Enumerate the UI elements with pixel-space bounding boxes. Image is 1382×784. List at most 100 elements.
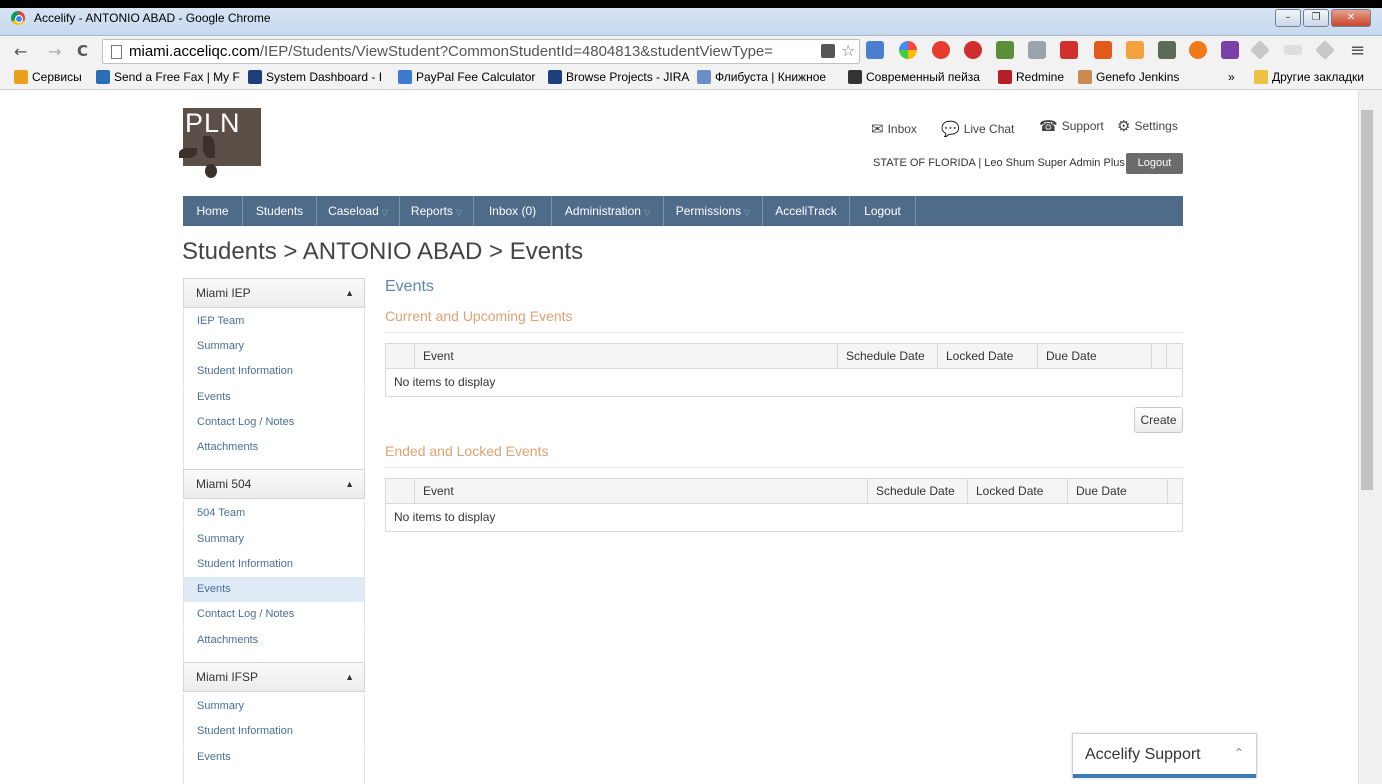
sidebar-group-miami-504[interactable]: Miami 504 ▲: [183, 469, 365, 499]
sidebar-item-attachments[interactable]: Attachments: [183, 435, 365, 470]
sidebar-item-summary[interactable]: Summary: [183, 334, 365, 359]
close-button[interactable]: ✕: [1331, 9, 1371, 27]
column-header-event[interactable]: Event: [414, 479, 867, 504]
plugin-ext-icon[interactable]: [996, 41, 1014, 59]
column-header-schedule-date[interactable]: Schedule Date: [867, 479, 967, 504]
grid-empty-message: No items to display: [394, 375, 496, 389]
ended-events-heading: Ended and Locked Events: [385, 443, 549, 459]
google-translate-ext-icon[interactable]: [866, 41, 884, 59]
nav-inbox[interactable]: Inbox (0): [474, 196, 552, 226]
jira-icon: [548, 70, 562, 84]
events-heading: Events: [385, 278, 434, 295]
sidebar-item-student-information[interactable]: Student Information: [183, 719, 365, 744]
jira-icon: [248, 70, 262, 84]
grey-ext-icon[interactable]: [1284, 45, 1302, 55]
column-header-event[interactable]: Event: [414, 344, 837, 369]
collapse-arrow-icon[interactable]: ▲: [345, 470, 354, 498]
column-header-due-date[interactable]: Due Date: [1037, 344, 1151, 369]
header-live-chat-link[interactable]: 💬 Live Chat: [941, 120, 1014, 138]
bookmark-item[interactable]: Флибуста | Книжное: [697, 70, 826, 84]
collapse-arrow-icon[interactable]: ▲: [345, 279, 354, 307]
bookmark-item[interactable]: System Dashboard - I: [248, 70, 382, 84]
mail-checker-ext-icon[interactable]: [1028, 41, 1046, 59]
sidebar-item-events[interactable]: Events: [183, 745, 365, 784]
sidebar-item-attachments[interactable]: Attachments: [183, 628, 365, 663]
tv-ext-icon[interactable]: [1094, 41, 1112, 59]
nav-accelitrack[interactable]: AcceliTrack: [763, 196, 850, 226]
nav-logout[interactable]: Logout: [850, 196, 916, 226]
sidebar-item-contact-log[interactable]: Contact Log / Notes: [183, 410, 365, 435]
sidebar-item-summary[interactable]: Summary: [183, 527, 365, 552]
bookmark-item[interactable]: Сервисы: [14, 70, 82, 84]
sidebar-item-iep-team[interactable]: IEP Team: [183, 309, 365, 334]
grid-empty-message: No items to display: [394, 510, 496, 524]
logo-leaf-shape: [179, 148, 197, 158]
sidebar-item-summary[interactable]: Summary: [183, 694, 365, 719]
collapse-arrow-icon[interactable]: ▲: [345, 663, 354, 691]
back-button[interactable]: ←: [14, 42, 27, 61]
url-host: miami.acceliqc.com: [129, 43, 260, 60]
create-event-button[interactable]: Create: [1134, 407, 1183, 433]
page-scrollbar[interactable]: [1358, 90, 1382, 784]
bookmark-item[interactable]: Redmine: [998, 70, 1064, 84]
page-icon: [111, 45, 122, 59]
sidebar-item-events[interactable]: Events: [183, 577, 365, 602]
header-settings-link[interactable]: ⚙ Settings: [1117, 117, 1178, 135]
adblock-ext-icon[interactable]: [932, 41, 950, 59]
flibusta-icon: [697, 70, 711, 84]
column-header-locked-date[interactable]: Locked Date: [967, 479, 1067, 504]
support-chat-widget[interactable]: Accelify Support ⌃: [1072, 733, 1257, 778]
bookmark-item[interactable]: Send a Free Fax | My F: [96, 70, 240, 84]
abp-ext-icon[interactable]: [964, 41, 982, 59]
orange-ext-icon[interactable]: [1189, 41, 1207, 59]
bookmark-item[interactable]: PayPal Fee Calculator: [398, 70, 535, 84]
pln-logo[interactable]: PLN: [179, 108, 261, 178]
nav-permissions[interactable]: Permissions ▽: [664, 196, 763, 226]
maximize-button[interactable]: ❐: [1303, 9, 1329, 27]
logout-button[interactable]: Logout: [1126, 153, 1183, 174]
header-inbox-link[interactable]: ✉ Inbox: [871, 120, 917, 138]
purple-ext-icon[interactable]: [1221, 41, 1239, 59]
nav-reports[interactable]: Reports ▽: [400, 196, 474, 226]
logo-leaf-shape: [203, 136, 215, 158]
bookmarks-overflow-button[interactable]: »: [1228, 70, 1235, 84]
bookmark-item[interactable]: Современный пейза: [848, 70, 980, 84]
chrome-menu-button[interactable]: ≡: [1350, 40, 1365, 61]
column-header-due-date[interactable]: Due Date: [1067, 479, 1167, 504]
sidebar-item-events[interactable]: Events: [183, 385, 365, 410]
window-title-bar: Accelify - ANTONIO ABAD - Google Chrome …: [0, 0, 1382, 36]
column-header-schedule-date[interactable]: Schedule Date: [837, 344, 937, 369]
section-divider: [385, 332, 1183, 333]
sidebar-group-miami-iep[interactable]: Miami IEP ▲: [183, 278, 365, 308]
grid-expand-column: [386, 479, 414, 504]
scrollbar-thumb[interactable]: [1361, 110, 1373, 490]
nav-caseload[interactable]: Caseload ▽: [317, 196, 400, 226]
other-bookmarks-folder[interactable]: Другие закладки: [1254, 70, 1364, 84]
tampermonkey-ext-icon[interactable]: [899, 41, 917, 59]
translate-icon[interactable]: [821, 44, 835, 58]
bookmark-item[interactable]: Genefo Jenkins: [1078, 70, 1179, 84]
chevron-up-icon[interactable]: ⌃: [1234, 746, 1244, 760]
sidebar-group-miami-ifsp[interactable]: Miami IFSP ▲: [183, 662, 365, 692]
ended-events-grid: Event Schedule Date Locked Date Due Date…: [385, 478, 1183, 532]
cookie-ext-icon[interactable]: [1126, 41, 1144, 59]
nav-home[interactable]: Home: [183, 196, 243, 226]
column-header-locked-date[interactable]: Locked Date: [937, 344, 1037, 369]
nav-students[interactable]: Students: [243, 196, 317, 226]
paypal-icon: [398, 70, 412, 84]
sidebar-item-contact-log[interactable]: Contact Log / Notes: [183, 602, 365, 627]
breadcrumb: Students > ANTONIO ABAD > Events: [182, 238, 584, 265]
reload-button[interactable]: C: [77, 42, 88, 60]
forward-button[interactable]: →: [48, 42, 61, 61]
star-icon[interactable]: ☆: [841, 41, 855, 60]
sidebar-item-student-information[interactable]: Student Information: [183, 552, 365, 577]
sidebar-item-504-team[interactable]: 504 Team: [183, 501, 365, 526]
nav-administration[interactable]: Administration ▽: [552, 196, 664, 226]
minimize-button[interactable]: –: [1275, 9, 1301, 27]
more-ext-icon[interactable]: [1060, 41, 1078, 59]
header-support-link[interactable]: ☎ Support: [1039, 117, 1104, 135]
selenium-ext-icon[interactable]: [1158, 41, 1176, 59]
bookmark-item[interactable]: Browse Projects - JIRA: [548, 70, 689, 84]
sidebar-item-student-information[interactable]: Student Information: [183, 359, 365, 384]
address-bar[interactable]: miami.acceliqc.com/IEP/Students/ViewStud…: [102, 39, 860, 64]
